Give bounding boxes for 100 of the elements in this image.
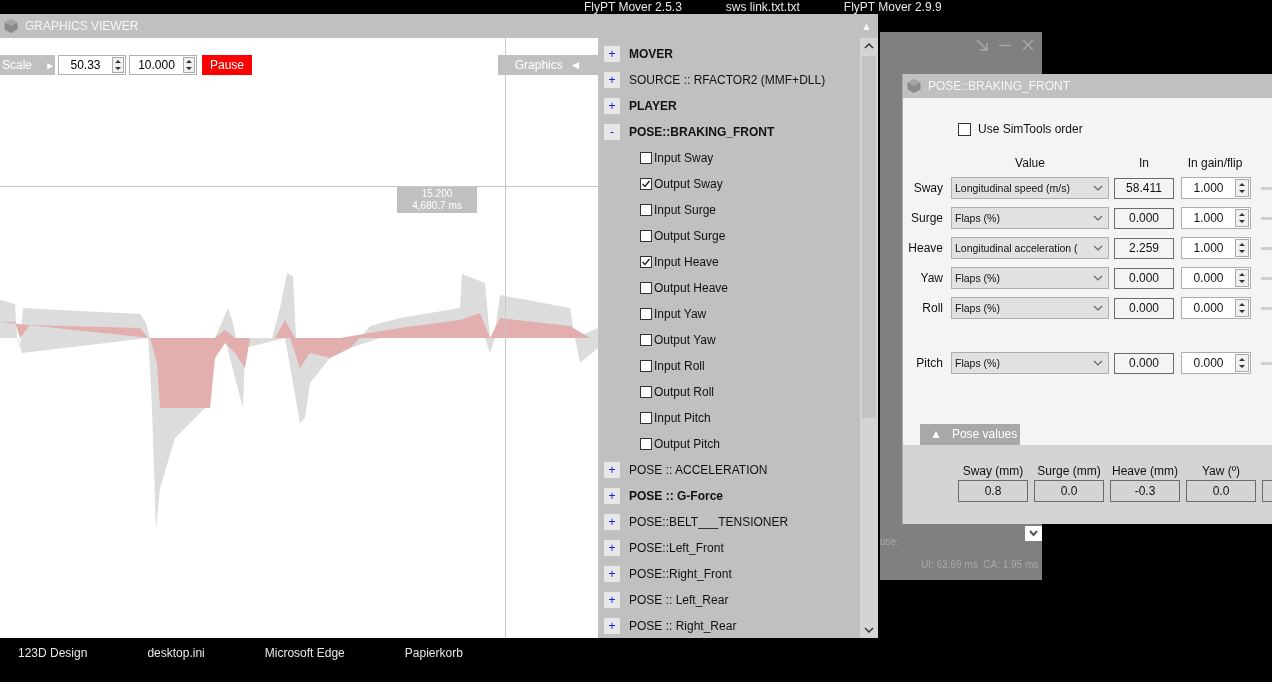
checkbox-label: Input Roll: [654, 359, 705, 373]
slider-track[interactable]: [1261, 361, 1272, 365]
checkbox[interactable]: [640, 412, 652, 424]
scale-field[interactable]: 50.33: [58, 55, 126, 75]
input-value-field: 0.000: [1114, 267, 1174, 289]
axis-label: Surge: [909, 211, 943, 225]
chevron-down-icon[interactable]: [1093, 185, 1103, 191]
tree-item[interactable]: POSE::BELT___TENSIONER: [629, 515, 789, 529]
expand-toggle[interactable]: +: [604, 618, 620, 634]
desktop-icon-label[interactable]: Papierkorb: [404, 646, 463, 660]
checkbox[interactable]: [640, 386, 652, 398]
value-field: 0.0: [1034, 480, 1104, 502]
checkbox[interactable]: [640, 438, 652, 450]
expand-toggle[interactable]: +: [604, 540, 620, 556]
checkbox[interactable]: [640, 178, 652, 190]
value-dropdown[interactable]: Flaps (%): [951, 207, 1109, 229]
axis-label: Pitch: [915, 356, 943, 370]
slider-track[interactable]: [1261, 246, 1272, 250]
value-field: -0.3: [1110, 480, 1180, 502]
scrollbar[interactable]: [860, 38, 878, 638]
checkbox[interactable]: [640, 308, 652, 320]
tree-item[interactable]: POSE :: G-Force: [629, 489, 723, 503]
chevron-down-icon[interactable]: [1025, 526, 1042, 541]
gain-field[interactable]: 0.000: [1181, 267, 1251, 289]
checkbox[interactable]: [640, 360, 652, 372]
chevron-down-icon[interactable]: [1093, 275, 1103, 281]
tree-item[interactable]: PLAYER: [629, 99, 677, 113]
spinner-icon[interactable]: [112, 57, 124, 73]
desktop-icon-label[interactable]: sws link.txt.txt: [725, 0, 800, 14]
expand-toggle[interactable]: +: [604, 514, 620, 530]
range-field[interactable]: 10.000: [129, 55, 197, 75]
slider-track[interactable]: [1261, 186, 1272, 190]
tree-item[interactable]: SOURCE :: RFACTOR2 (MMF+DLL): [629, 73, 826, 87]
checkbox-label: Output Yaw: [654, 333, 716, 347]
value-dropdown[interactable]: Longitudinal speed (m/s): [951, 177, 1109, 199]
tree-item[interactable]: MOVER: [629, 47, 673, 61]
tree-item[interactable]: POSE::Right_Front: [629, 567, 732, 581]
expand-toggle[interactable]: +: [604, 98, 620, 114]
value-dropdown[interactable]: Longitudinal acceleration (: [951, 237, 1109, 259]
expand-toggle[interactable]: +: [604, 462, 620, 478]
field-label: Surge (mm): [1037, 464, 1101, 478]
slider-track[interactable]: [1261, 216, 1272, 220]
desktop-icon-label[interactable]: 123D Design: [18, 646, 88, 660]
tree-item[interactable]: POSE :: Right_Rear: [629, 619, 737, 633]
spinner-icon[interactable]: [183, 57, 195, 73]
desktop-icon-label[interactable]: Microsoft Edge: [264, 646, 345, 660]
expand-toggle[interactable]: +: [604, 592, 620, 608]
expand-toggle[interactable]: +: [604, 46, 620, 62]
expand-toggle[interactable]: +: [604, 72, 620, 88]
slider-track[interactable]: [1261, 306, 1272, 310]
checkbox-label: Output Pitch: [654, 437, 721, 451]
spinner-icon[interactable]: [1235, 354, 1249, 372]
slider-track[interactable]: [1261, 276, 1272, 280]
value-dropdown[interactable]: Flaps (%): [951, 297, 1109, 319]
tree-item[interactable]: POSE::Left_Front: [629, 541, 724, 555]
chevron-down-icon[interactable]: [1093, 305, 1103, 311]
checkbox-label: Output Roll: [654, 385, 715, 399]
field-label: Heave (mm): [1112, 464, 1178, 478]
expand-toggle[interactable]: +: [604, 566, 620, 582]
expand-toggle[interactable]: +: [604, 488, 620, 504]
desktop-icon-label[interactable]: FlyPT Mover 2.5.3: [584, 0, 682, 14]
chevron-down-icon[interactable]: [1093, 215, 1103, 221]
spinner-icon[interactable]: [1235, 299, 1249, 317]
checkbox[interactable]: [640, 204, 652, 216]
expand-toggle[interactable]: -: [604, 124, 620, 140]
tree-item[interactable]: POSE :: Left_Rear: [629, 593, 729, 607]
value-dropdown[interactable]: Flaps (%): [951, 352, 1109, 374]
checkbox[interactable]: [640, 282, 652, 294]
spinner-icon[interactable]: [1235, 209, 1249, 227]
value-field: 0.0: [1186, 480, 1256, 502]
chevron-down-icon[interactable]: [1093, 360, 1103, 366]
spinner-icon[interactable]: [1235, 179, 1249, 197]
pause-button[interactable]: Pause: [202, 55, 252, 75]
spinner-icon[interactable]: [1235, 269, 1249, 287]
checkbox[interactable]: [640, 152, 652, 164]
gain-field[interactable]: 1.000: [1181, 177, 1251, 199]
tree-item[interactable]: POSE::BRAKING_FRONT: [629, 125, 775, 139]
value-dropdown[interactable]: Flaps (%): [951, 267, 1109, 289]
desktop-icon-label[interactable]: FlyPT Mover 2.9.9: [843, 0, 942, 14]
checkbox-label: Output Surge: [654, 229, 726, 243]
checkbox[interactable]: [640, 230, 652, 242]
desktop-icon-label[interactable]: desktop.ini: [147, 646, 205, 660]
tree-item[interactable]: POSE :: ACCELERATION: [629, 463, 768, 477]
gain-field[interactable]: 1.000: [1181, 207, 1251, 229]
gain-field[interactable]: 0.000: [1181, 352, 1251, 374]
input-value-field: 58.411: [1114, 177, 1174, 199]
cursor-value: 15.200: [421, 188, 453, 200]
checkbox-label: Input Sway: [654, 151, 714, 165]
gain-field[interactable]: 1.000: [1181, 237, 1251, 259]
axis-label: Roll: [921, 301, 943, 315]
input-value-field: 0.000: [1114, 297, 1174, 319]
checkbox[interactable]: [640, 256, 652, 268]
checkbox-label: Output Sway: [654, 177, 723, 191]
checkbox[interactable]: [640, 334, 652, 346]
input-value-field: 0.000: [1114, 352, 1174, 374]
column-header: In: [1138, 156, 1150, 170]
checkbox[interactable]: [958, 122, 971, 136]
chevron-down-icon[interactable]: [1093, 245, 1103, 251]
spinner-icon[interactable]: [1235, 239, 1249, 257]
gain-field[interactable]: 0.000: [1181, 297, 1251, 319]
